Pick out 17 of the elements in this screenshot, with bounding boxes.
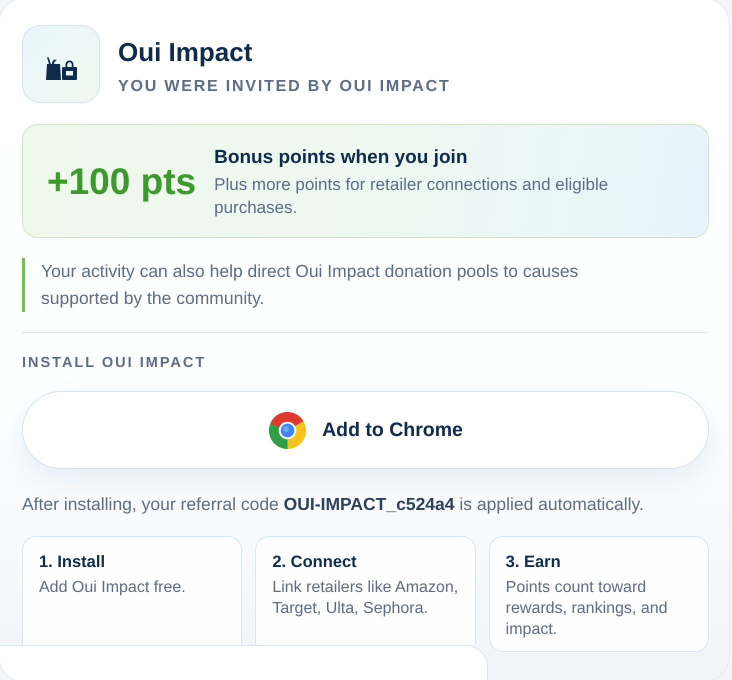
chrome-icon bbox=[268, 410, 308, 450]
step-title: 3. Earn bbox=[506, 552, 562, 572]
section-heading: INSTALL OUI IMPACT bbox=[22, 354, 208, 372]
referral-text: After installing, your referral code OUI-IMPACT_c524a4 is applied automatically. bbox=[22, 494, 645, 514]
app-title: Oui Impact bbox=[118, 37, 254, 67]
bonus-points: +100 pts bbox=[47, 160, 196, 204]
add-to-chrome-button[interactable]: Add to Chrome bbox=[22, 391, 709, 469]
bonus-title: Bonus points when you join bbox=[214, 146, 468, 170]
shopping-bags-icon bbox=[22, 25, 100, 103]
invite-subtitle: YOU WERE INVITED BY OUI IMPACT bbox=[118, 78, 451, 96]
donation-note: Your activity can also help direct Oui Impact donation pools to causes supported by the community. bbox=[41, 260, 580, 310]
bonus-description: Plus more points for retailer connections and eligible purchases. bbox=[214, 174, 610, 218]
step-description: Points count toward rewards, rankings, and impact. bbox=[506, 578, 669, 640]
step-description: Add Oui Impact free. bbox=[39, 578, 187, 598]
step-description: Link retailers like Amazon, Target, Ulta, Sephora. bbox=[272, 578, 460, 619]
step-title: 2. Connect bbox=[272, 552, 358, 572]
step-title: 1. Install bbox=[39, 552, 106, 572]
